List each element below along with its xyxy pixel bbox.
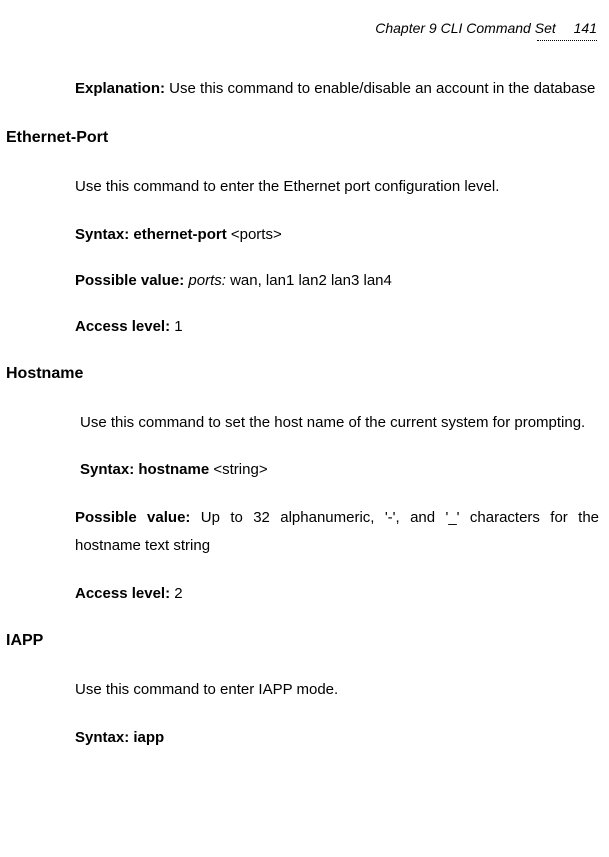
syntax-label: Syntax: hostname [80,461,213,478]
iapp-syntax: Syntax: iapp [75,726,599,750]
syntax-label: Syntax: ethernet-port [75,226,231,243]
ethernet-possible: Possible value: ports: wan, lan1 lan2 la… [75,269,599,293]
iapp-desc: Use this command to enter IAPP mode. [75,676,599,704]
section-heading-ethernet: Ethernet-Port [0,129,609,147]
section-heading-iapp: IAPP [0,632,609,650]
ethernet-desc: Use this command to enter the Ethernet p… [75,173,599,201]
hostname-block-bottom: Possible value: Up to 32 alphanumeric, '… [0,504,609,606]
hostname-desc: Use this command to set the host name of… [80,409,599,437]
syntax-label: Syntax: iapp [75,729,164,746]
ethernet-syntax: Syntax: ethernet-port <ports> [75,223,599,247]
hostname-block-top: Use this command to set the host name of… [0,409,609,483]
chapter-title: Chapter 9 CLI Command Set [375,20,556,36]
possible-param: ports: [188,272,226,289]
access-label: Access level: [75,318,174,335]
hostname-access: Access level: 2 [75,582,599,606]
possible-label: Possible value: [75,272,188,289]
possible-text: wan, lan1 lan2 lan3 lan4 [226,272,392,289]
page-header: Chapter 9 CLI Command Set 141 [0,20,609,36]
intro-block: Explanation: Use this command to enable/… [0,75,609,103]
access-label: Access level: [75,585,174,602]
ethernet-block: Use this command to enter the Ethernet p… [0,173,609,339]
access-value: 2 [174,585,182,602]
hostname-syntax: Syntax: hostname <string> [80,458,599,482]
access-value: 1 [174,318,182,335]
hostname-possible: Possible value: Up to 32 alphanumeric, '… [75,504,599,560]
explanation-paragraph: Explanation: Use this command to enable/… [75,75,599,103]
syntax-arg: <string> [213,461,267,478]
page-number: 141 [574,20,597,36]
possible-label: Possible value: [75,509,201,526]
header-divider [537,40,597,41]
syntax-arg: <ports> [231,226,282,243]
section-heading-hostname: Hostname [0,365,609,383]
ethernet-access: Access level: 1 [75,315,599,339]
explanation-text: Use this command to enable/disable an ac… [165,80,595,97]
explanation-label: Explanation: [75,80,165,97]
iapp-block: Use this command to enter IAPP mode. Syn… [0,676,609,750]
